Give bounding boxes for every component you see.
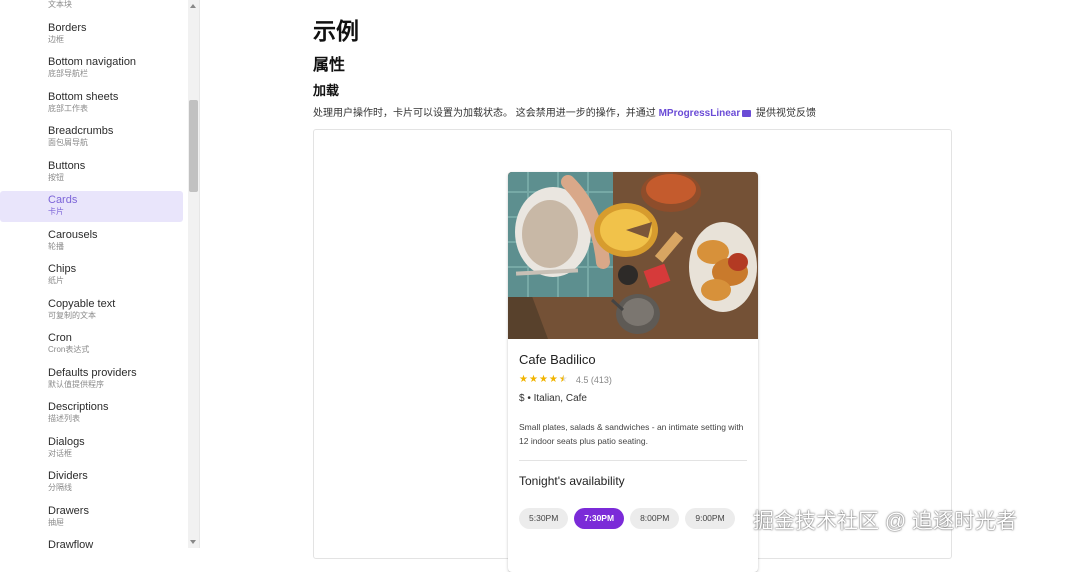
availability-title: Tonight's availability (519, 474, 625, 488)
sidebar-item-label: Bottom sheets (48, 91, 119, 103)
sidebar-item-label: Dividers (48, 470, 88, 482)
description-suffix: 提供视觉反馈 (756, 108, 817, 119)
heading-loading: 加载 (313, 83, 340, 98)
card-title: Cafe Badilico (519, 352, 596, 367)
sidebar-item-cut-label: 文本块 (48, 0, 72, 9)
scroll-up-arrow-icon[interactable] (190, 4, 196, 8)
sidebar-item-sublabel: 可复制的文本 (48, 311, 96, 320)
scroll-down-arrow-icon[interactable] (190, 540, 196, 544)
sidebar-item-sublabel: 底部导航栏 (48, 69, 88, 78)
card-divider (519, 460, 747, 461)
sidebar-item-sublabel: 默认值提供程序 (48, 380, 104, 389)
sidebar-item-sublabel: 按钮 (48, 173, 64, 182)
sidebar-item-descriptions[interactable]: Descriptions 描述列表 (0, 398, 183, 429)
sidebar-scrollbar[interactable] (188, 0, 199, 548)
time-chip[interactable]: 8:00PM (630, 508, 680, 529)
sidebar-item-label: Chips (48, 263, 77, 275)
sidebar-item-label: Cards (48, 194, 78, 206)
time-chip-group: 5:30PM 7:30PM 8:00PM 9:00PM (519, 508, 741, 529)
sidebar-item-buttons[interactable]: Buttons 按钮 (0, 157, 183, 188)
sidebar-item-sublabel: 分隔线 (48, 483, 72, 492)
sidebar-item-borders[interactable]: Borders 边框 (0, 19, 183, 50)
heading-example: 示例 (313, 18, 359, 44)
cafe-food-photo (508, 172, 758, 339)
restaurant-card: Cafe Badilico ★ ★ ★ ★ ★ 4.5 (413) $ • It… (508, 172, 758, 572)
sidebar-item-dialogs[interactable]: Dialogs 对话框 (0, 433, 183, 464)
sidebar-item-sublabel: 边框 (48, 35, 64, 44)
sidebar-item-label: Drawflow (48, 539, 94, 548)
sidebar-item-cron[interactable]: Cron Cron表达式 (0, 329, 183, 360)
sidebar-item-bottom-navigation[interactable]: Bottom navigation 底部导航栏 (0, 53, 183, 84)
sidebar-item-label: Descriptions (48, 401, 109, 413)
sidebar-item-sublabel: 纸片 (48, 276, 64, 285)
star-full-icon: ★ (519, 374, 528, 385)
sidebar-item-label: Bottom navigation (48, 56, 137, 68)
time-chip[interactable]: 5:30PM (519, 508, 569, 529)
sidebar-item-label: Breadcrumbs (48, 125, 114, 137)
star-full-icon: ★ (548, 374, 558, 385)
sidebar-item-breadcrumbs[interactable]: Breadcrumbs 面包屑导航 (0, 122, 183, 153)
link-doc-icon[interactable] (742, 109, 752, 117)
sidebar-item-label: Defaults providers (48, 367, 137, 379)
mprogresslinear-link[interactable]: MProgressLinear (659, 108, 741, 119)
sidebar-item-label: Borders (48, 22, 87, 34)
heading-props: 属性 (313, 57, 346, 74)
sidebar-item-copyable-text[interactable]: Copyable text 可复制的文本 (0, 295, 183, 326)
sidebar-item-sublabel: Cron表达式 (48, 345, 90, 354)
sidebar-item-label: Dialogs (48, 436, 85, 448)
sidebar-item-sublabel: 抽屉 (48, 518, 64, 527)
rating-text: 4.5 (413) (575, 375, 612, 385)
time-chip[interactable]: 9:00PM (685, 508, 735, 529)
price-category: $ • Italian, Cafe (519, 393, 587, 404)
sidebar-item-chips[interactable]: Chips 纸片 (0, 260, 183, 291)
description-prefix: 处理用户操作时，卡片可以设置为加载状态。 这会禁用进一步的操作，并通过 (313, 108, 656, 119)
sidebar-item-label: Cron (48, 332, 72, 344)
sidebar-item-label: Buttons (48, 160, 86, 172)
loading-description: 处理用户操作时，卡片可以设置为加载状态。 这会禁用进一步的操作，并通过 MPro… (313, 104, 816, 119)
star-full-icon: ★ (538, 374, 548, 385)
sidebar-item-carousels[interactable]: Carousels 轮播 (0, 226, 183, 257)
main-content: 示例 属性 加载 处理用户操作时，卡片可以设置为加载状态。 这会禁用进一步的操作… (200, 0, 1080, 572)
sidebar-item-dividers[interactable]: Dividers 分隔线 (0, 467, 183, 498)
sidebar-item-label: Carousels (48, 229, 98, 241)
scrollbar-thumb[interactable] (189, 100, 198, 192)
star-full-icon: ★ (528, 374, 538, 385)
sidebar-item-bottom-sheets[interactable]: Bottom sheets 底部工作表 (0, 88, 183, 119)
sidebar-item-sublabel: 描述列表 (48, 414, 80, 423)
sidebar-item-sublabel: 轮播 (48, 242, 64, 251)
sidebar-item-drawflow[interactable]: Drawflow (0, 536, 183, 548)
sidebar-item-cards[interactable]: Cards 卡片 (0, 191, 183, 222)
sidebar-nav: 文本块 Borders 边框 Bottom navigation 底部导航栏 B… (0, 0, 200, 548)
sidebar-item-sublabel: 卡片 (48, 207, 64, 216)
sidebar-item-sublabel: 面包屑导航 (48, 138, 88, 147)
rating-row: ★ ★ ★ ★ ★ 4.5 (413) (519, 374, 612, 386)
sidebar-item-sublabel: 对话框 (48, 449, 72, 458)
watermark: 掘金技术社区 @ 追逐时光者 (753, 510, 1017, 533)
time-chip-selected[interactable]: 7:30PM (574, 508, 625, 529)
star-half-icon: ★ (558, 374, 568, 385)
sidebar-item-defaults-providers[interactable]: Defaults providers 默认值提供程序 (0, 364, 183, 395)
card-description: Small plates, salads & sandwiches - an i… (519, 422, 744, 446)
sidebar-item-label: Copyable text (48, 298, 116, 310)
sidebar-item-label: Drawers (48, 505, 89, 517)
sidebar-item-drawers[interactable]: Drawers 抽屉 (0, 502, 183, 533)
sidebar-item-sublabel: 底部工作表 (48, 104, 88, 113)
